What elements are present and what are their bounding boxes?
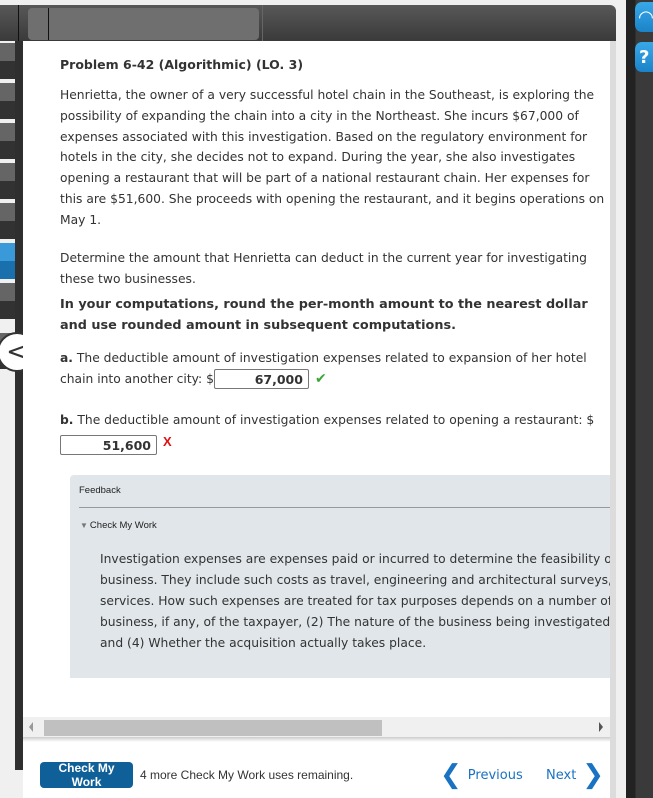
check-my-work-remaining: 4 more Check My Work uses remaining. [140,768,354,782]
feedback-title: Feedback [79,485,121,496]
question-nav-item[interactable] [0,123,15,159]
feedback-line: business, if any, of the taxpayer, (2) T… [100,615,610,629]
feedback-line: business. They include such costs as tra… [100,573,610,587]
incorrect-x-icon: X [163,434,172,450]
question-b-label: b. [60,413,74,427]
right-gutter [616,0,626,798]
question-nav-item[interactable] [0,163,15,199]
question-nav-item-active[interactable] [0,243,15,279]
checkmark-icon: ✔ [314,370,327,387]
answer-a-input[interactable]: 67,000 [213,369,309,390]
feedback-line: services. How such expenses are treated … [100,594,610,608]
question-panel: Problem 6-42 (Algorithmic) (LO. 3) Henri… [23,41,610,798]
feedback-explanation: Investigation expenses are expenses paid… [100,549,610,654]
question-a: a. The deductible amount of investigatio… [60,348,605,390]
help-icon: ? [639,46,650,68]
help-button[interactable]: ? [635,42,653,72]
scroll-left-arrow-icon[interactable] [29,722,33,732]
toolbar-divider [18,5,19,41]
previous-label: Previous [467,767,523,783]
feedback-line: Investigation expenses are expenses paid… [100,552,610,566]
next-button[interactable]: Next ❯ [546,762,604,788]
question-nav-item[interactable] [0,283,15,319]
toolbar-divider [48,8,49,40]
support-button[interactable]: ◠ [635,2,653,32]
chevron-left-icon: ❮ [440,760,462,790]
triangle-down-icon: ▼ [80,521,88,530]
feedback-divider [79,507,610,508]
check-my-work-button[interactable]: Check My Work [40,761,133,789]
problem-title: Problem 6-42 (Algorithmic) (LO. 3) [60,57,304,72]
answer-b-input[interactable]: 51,600 [60,434,157,455]
left-gutter [0,770,23,798]
question-nav-item[interactable] [0,203,15,239]
feedback-line: and (4) Whether the acquisition actually… [100,636,427,650]
horizontal-scrollbar[interactable] [23,717,610,737]
chevron-right-icon: ❯ [582,760,605,790]
footer-divider [23,737,610,742]
question-b-text: The deductible amount of investigation e… [77,413,595,427]
question-nav-item[interactable] [0,83,15,119]
next-label: Next [546,767,577,783]
toolbar-divider [262,5,263,41]
question-b: b. The deductible amount of investigatio… [60,410,605,455]
previous-button[interactable]: ❮ Previous [440,762,523,788]
scrollbar-thumb[interactable] [44,720,382,736]
problem-statement: Henrietta, the owner of a very successfu… [60,88,605,227]
headset-icon: ◠ [639,6,653,28]
nav-rail-divider [15,41,23,798]
question-nav-item[interactable] [0,43,15,79]
tools-sidebar [626,0,653,798]
rounding-instruction: In your computations, round the per-mont… [60,297,588,333]
scroll-right-arrow-icon[interactable] [599,722,603,732]
check-my-work-toggle[interactable]: ▼ Check My Work [80,520,157,531]
problem-task: Determine the amount that Henrietta can … [60,251,587,286]
toolbar-tab-group[interactable] [28,8,259,40]
check-my-work-toggle-label: Check My Work [89,520,157,531]
top-toolbar [0,5,616,41]
feedback-panel: Feedback ▼ Check My Work Investigation ex… [70,475,610,678]
question-a-label: a. [60,351,73,365]
question-nav-rail [0,41,16,798]
